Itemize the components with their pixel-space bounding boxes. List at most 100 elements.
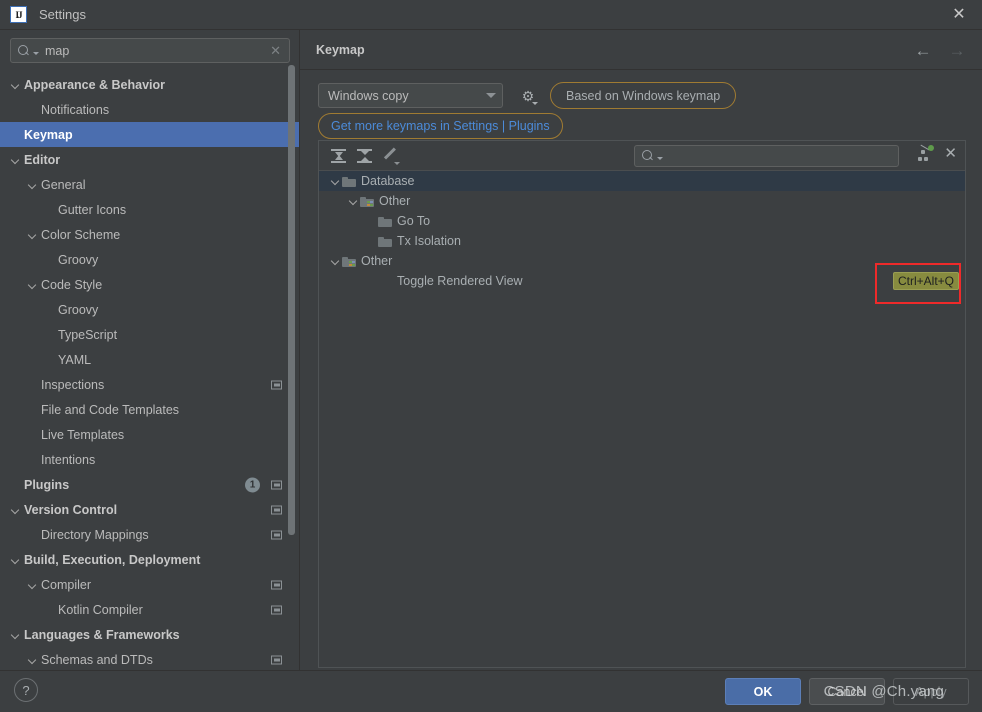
settings-category-tree: Appearance & Behavior Notifications Keymap… [0,72,300,670]
get-more-keymaps-pill[interactable]: Get more keymaps in Settings | Plugins [318,113,563,139]
chevron-down-icon[interactable] [329,175,342,188]
back-arrow-icon[interactable]: ← [912,39,934,61]
keymap-select[interactable]: Windows copy [318,83,503,108]
chevron-down-icon[interactable] [27,229,39,241]
project-scope-icon [271,480,282,489]
sidebar-item-build-execution-deployment[interactable]: Build, Execution, Deployment [0,547,300,572]
sidebar-item-live-templates[interactable]: Live Templates [0,422,300,447]
keymap-tree-row[interactable]: Database [319,171,965,191]
chevron-down-icon[interactable] [27,654,39,666]
sidebar-item-appearance-behavior[interactable]: Appearance & Behavior [0,72,300,97]
sidebar-item-label: Kotlin Compiler [58,602,143,617]
sidebar-item-file-and-code-templates[interactable]: File and Code Templates [0,397,300,422]
ok-button[interactable]: OK [725,678,801,705]
keymap-action-label: Other [361,254,393,268]
sidebar-item-label: Intentions [41,452,96,467]
keymap-action-label: Go To [397,214,431,228]
chevron-down-icon [657,157,663,160]
folder-icon [342,176,356,187]
sidebar-item-notifications[interactable]: Notifications [0,97,300,122]
edit-shortcut-button[interactable] [377,144,403,168]
sidebar-item-version-control[interactable]: Version Control [0,497,300,522]
sidebar-item-languages-frameworks[interactable]: Languages & Frameworks [0,622,300,647]
folder-icon [342,256,356,267]
keymap-tree-row[interactable]: Toggle Rendered View Ctrl+Alt+Q [319,271,965,291]
sidebar-item-schemas-and-dtds[interactable]: Schemas and DTDs [0,647,300,670]
sidebar-item-inspections[interactable]: Inspections [0,372,300,397]
sidebar-item-gutter-icons[interactable]: Gutter Icons [0,197,300,222]
chevron-down-icon[interactable] [10,629,22,641]
sidebar-item-color-scheme[interactable]: Color Scheme [0,222,300,247]
sidebar-item-label: TypeScript [58,327,118,342]
keymap-action-label: Toggle Rendered View [397,274,523,288]
sidebar-item-label: Inspections [41,377,105,392]
sidebar-item-groovy[interactable]: Groovy [0,297,300,322]
keymap-tree-row[interactable]: Go To [319,211,965,231]
clear-search-icon[interactable]: ✕ [268,43,283,59]
sidebar-item-label: Plugins [24,477,70,492]
folder-icon [378,216,392,227]
keymap-tree-row[interactable]: Other [319,191,965,211]
project-scope-icon [271,380,282,389]
title-bar: IJ Settings ✕ [0,0,982,30]
sidebar-item-directory-mappings[interactable]: Directory Mappings [0,522,300,547]
sidebar-item-keymap[interactable]: Keymap [0,122,300,147]
chevron-down-icon[interactable] [27,579,39,591]
sidebar-item-label: Appearance & Behavior [24,77,166,92]
keymap-tree-toolbar: ✕ [319,141,965,171]
chevron-down-icon[interactable] [329,255,342,268]
settings-search-field[interactable]: map ✕ [10,38,290,63]
sidebar-item-general[interactable]: General [0,172,300,197]
chevron-down-icon[interactable] [27,179,39,191]
expand-all-icon [330,148,346,163]
chevron-down-icon [33,51,39,55]
folder-icon [378,236,392,247]
sidebar-item-compiler[interactable]: Compiler [0,572,300,597]
sidebar-item-kotlin-compiler[interactable]: Kotlin Compiler [0,597,300,622]
sidebar-item-plugins[interactable]: Plugins 1 [0,472,300,497]
sidebar-item-label: YAML [58,352,92,367]
sidebar-item-code-style[interactable]: Code Style [0,272,300,297]
nav-arrows: ← → [912,39,968,61]
keymap-tree-row[interactable]: Other [319,251,965,271]
keymap-action-label: Database [361,174,415,188]
collapse-all-button[interactable] [351,144,377,168]
get-more-keymaps-link[interactable]: Get more keymaps in Settings | Plugins [331,119,550,133]
clear-filter-icon[interactable]: ✕ [944,146,957,161]
keymap-search-field[interactable] [634,145,899,167]
close-icon[interactable]: ✕ [936,0,982,29]
keymap-controls-row: Windows copy ⚙ Based on Windows keymap G… [318,82,982,139]
sidebar-item-typescript[interactable]: TypeScript [0,322,300,347]
project-scope-icon [271,530,282,539]
help-icon[interactable]: ? [14,678,38,702]
sidebar-item-editor[interactable]: Editor [0,147,300,172]
project-scope-icon [271,580,282,589]
project-scope-icon [271,605,282,614]
sidebar-item-label: Groovy [58,252,99,267]
chevron-down-icon[interactable] [10,554,22,566]
sidebar-item-yaml[interactable]: YAML [0,347,300,372]
chevron-down-icon[interactable] [27,279,39,291]
window-title: Settings [39,7,86,22]
keymap-tree-row[interactable]: Tx Isolation [319,231,965,251]
chevron-down-icon[interactable] [10,154,22,166]
chevron-down-icon[interactable] [10,79,22,91]
chevron-down-icon[interactable] [347,195,360,208]
expand-all-button[interactable] [325,144,351,168]
forward-arrow-icon[interactable]: → [946,39,968,61]
folder-icon [360,196,374,207]
sidebar-item-groovy[interactable]: Groovy [0,247,300,272]
keymap-settings-button[interactable]: ⚙ [519,87,538,105]
chevron-down-icon[interactable] [10,504,22,516]
search-icon [17,44,31,58]
sidebar-scrollbar[interactable] [288,65,295,535]
sidebar-item-intentions[interactable]: Intentions [0,447,300,472]
sidebar-item-label: Build, Execution, Deployment [24,552,201,567]
filter-icon[interactable] [918,144,935,161]
